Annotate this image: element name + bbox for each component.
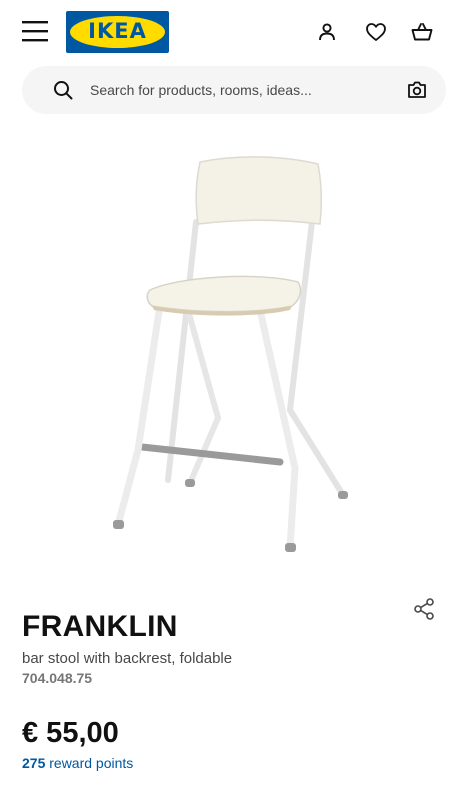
product-name: FRANKLIN <box>22 610 178 643</box>
heart-icon[interactable] <box>364 20 388 44</box>
search-input[interactable] <box>90 77 390 103</box>
share-icon[interactable] <box>412 597 436 621</box>
magnifier-icon[interactable] <box>52 79 74 101</box>
logo-text: IKEA <box>88 19 147 43</box>
reward-points-label: reward points <box>45 755 134 771</box>
shopping-bag-icon[interactable] <box>410 20 434 44</box>
search-bar[interactable] <box>22 66 446 114</box>
top-header: IKEA <box>0 0 469 64</box>
camera-icon[interactable] <box>406 79 428 101</box>
bar-stool-image[interactable] <box>100 150 370 560</box>
article-number: 704.048.75 <box>22 670 93 686</box>
reward-points[interactable]: 275 reward points <box>22 755 133 771</box>
product-description: bar stool with backrest, foldable <box>22 650 233 667</box>
product-price: € 55,00 <box>22 717 119 749</box>
reward-points-value: 275 <box>22 755 46 771</box>
person-icon[interactable] <box>315 20 339 44</box>
hamburger-menu-icon[interactable] <box>22 20 48 42</box>
ikea-logo[interactable]: IKEA <box>66 11 169 53</box>
